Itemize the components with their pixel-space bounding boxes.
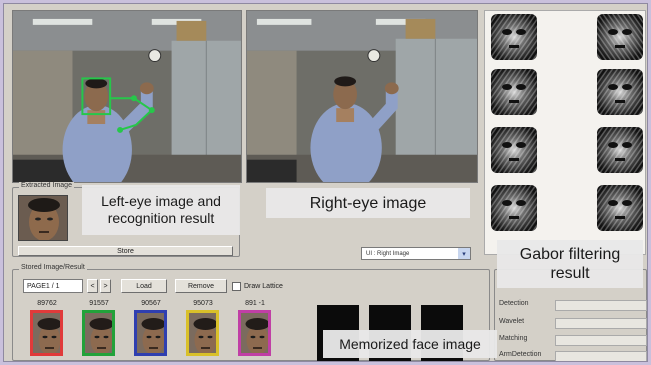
param-label: ArmDetection — [499, 351, 542, 358]
next-page-button[interactable]: > — [100, 279, 111, 293]
left-camera-scene — [13, 11, 241, 182]
gabor-tile — [491, 69, 537, 115]
param-label: Detection — [499, 300, 529, 307]
face-score: 891 -1 — [245, 300, 265, 307]
face-score: 89762 — [37, 300, 57, 307]
chevron-down-icon[interactable]: ▾ — [458, 248, 470, 259]
param-row: Matching — [499, 335, 647, 347]
draw-lattice-checkbox[interactable]: Draw Lattice — [232, 280, 292, 292]
store-button[interactable]: Store — [18, 246, 233, 256]
face-score: 91557 — [89, 300, 109, 307]
memorized-face-thumbnail[interactable] — [134, 310, 167, 356]
stored-result-label: Stored Image/Result — [19, 264, 87, 271]
load-button[interactable]: Load — [121, 279, 167, 293]
prev-page-button[interactable]: < — [87, 279, 98, 293]
param-row: ArmDetection — [499, 351, 647, 361]
right-eye-caption: Right-eye image — [266, 188, 470, 218]
gabor-tile — [597, 185, 643, 231]
remove-button[interactable]: Remove — [175, 279, 227, 293]
param-field[interactable] — [555, 351, 647, 361]
param-field[interactable] — [555, 300, 647, 311]
left-eye-caption: Left-eye image and recognition result — [82, 185, 240, 235]
param-field[interactable] — [555, 335, 647, 346]
checkbox-box[interactable] — [232, 281, 241, 291]
gabor-caption: Gabor filtering result — [497, 240, 643, 288]
param-row: Detection — [499, 300, 647, 312]
face-score: 90567 — [141, 300, 161, 307]
extracted-image-label: Extracted Image — [19, 182, 74, 189]
app-window: Extracted Image Store UI : Right Image ▾… — [3, 3, 648, 362]
face-score: 95073 — [193, 300, 213, 307]
right-camera-view — [246, 10, 478, 183]
right-camera-scene — [247, 11, 477, 182]
gabor-tile — [597, 14, 643, 60]
param-label: Matching — [499, 335, 528, 342]
memorized-face-thumbnail[interactable] — [186, 310, 219, 356]
param-row: Wavelet — [499, 318, 647, 330]
gabor-result-panel — [484, 10, 646, 255]
memorized-face-thumbnail[interactable] — [82, 310, 115, 356]
gabor-tile — [597, 127, 643, 173]
gabor-tile — [491, 127, 537, 173]
image-source-select[interactable]: UI : Right Image ▾ — [361, 247, 471, 260]
left-camera-view — [12, 10, 242, 183]
param-field[interactable] — [555, 318, 647, 329]
gabor-tile — [597, 69, 643, 115]
memorized-caption: Memorized face image — [323, 330, 497, 358]
extracted-face-image — [18, 195, 68, 241]
memorized-face-thumbnail[interactable] — [238, 310, 271, 356]
param-label: Wavelet — [499, 318, 525, 325]
gabor-tile — [491, 185, 537, 231]
gabor-tile — [491, 14, 537, 60]
memorized-face-thumbnail[interactable] — [30, 310, 63, 356]
page-indicator: PAGE1 / 1 — [23, 279, 83, 293]
